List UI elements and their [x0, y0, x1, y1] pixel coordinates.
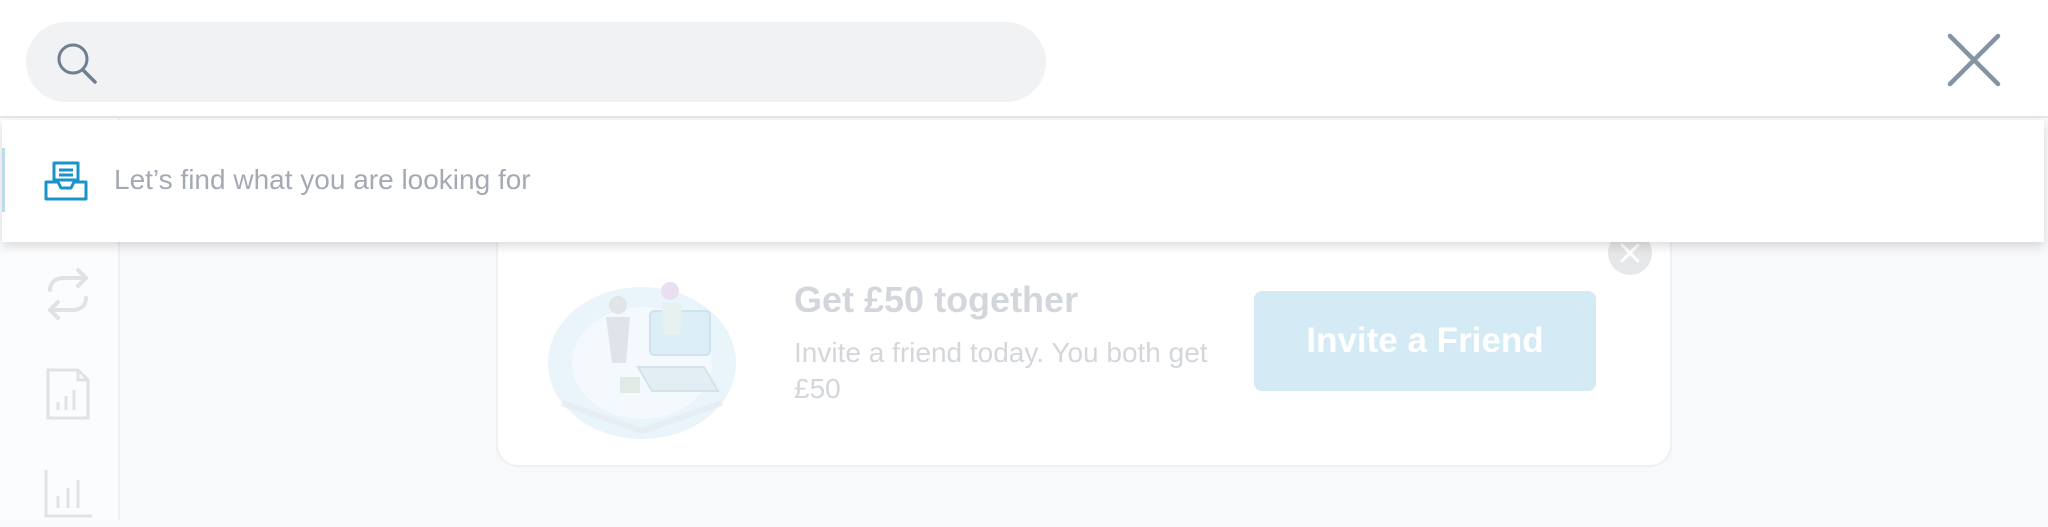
referral-promo-card: Get £50 together Invite a friend today. …	[496, 205, 1672, 467]
search-icon	[57, 43, 97, 84]
close-small-icon	[1620, 243, 1640, 263]
search-input[interactable]	[122, 22, 1016, 104]
empty-state-message: Let’s find what you are looking for	[114, 164, 531, 195]
search-box[interactable]	[26, 22, 1046, 104]
statement-icon[interactable]	[40, 366, 96, 422]
close-icon[interactable]	[1944, 30, 2004, 90]
inbox-tray-icon	[44, 161, 88, 201]
handshake-illustration	[542, 271, 742, 451]
promo-title: Get £50 together	[794, 279, 1079, 320]
panel-accent-bar	[2, 148, 5, 212]
invite-friend-button[interactable]: Invite a Friend	[1254, 291, 1596, 391]
transfer-icon[interactable]	[40, 266, 96, 322]
promo-subtitle: Invite a friend today. You both get £50	[794, 337, 1208, 404]
search-header	[0, 0, 2048, 118]
search-results-panel: Let’s find what you are looking for	[2, 120, 2044, 242]
analytics-icon[interactable]	[40, 466, 96, 522]
